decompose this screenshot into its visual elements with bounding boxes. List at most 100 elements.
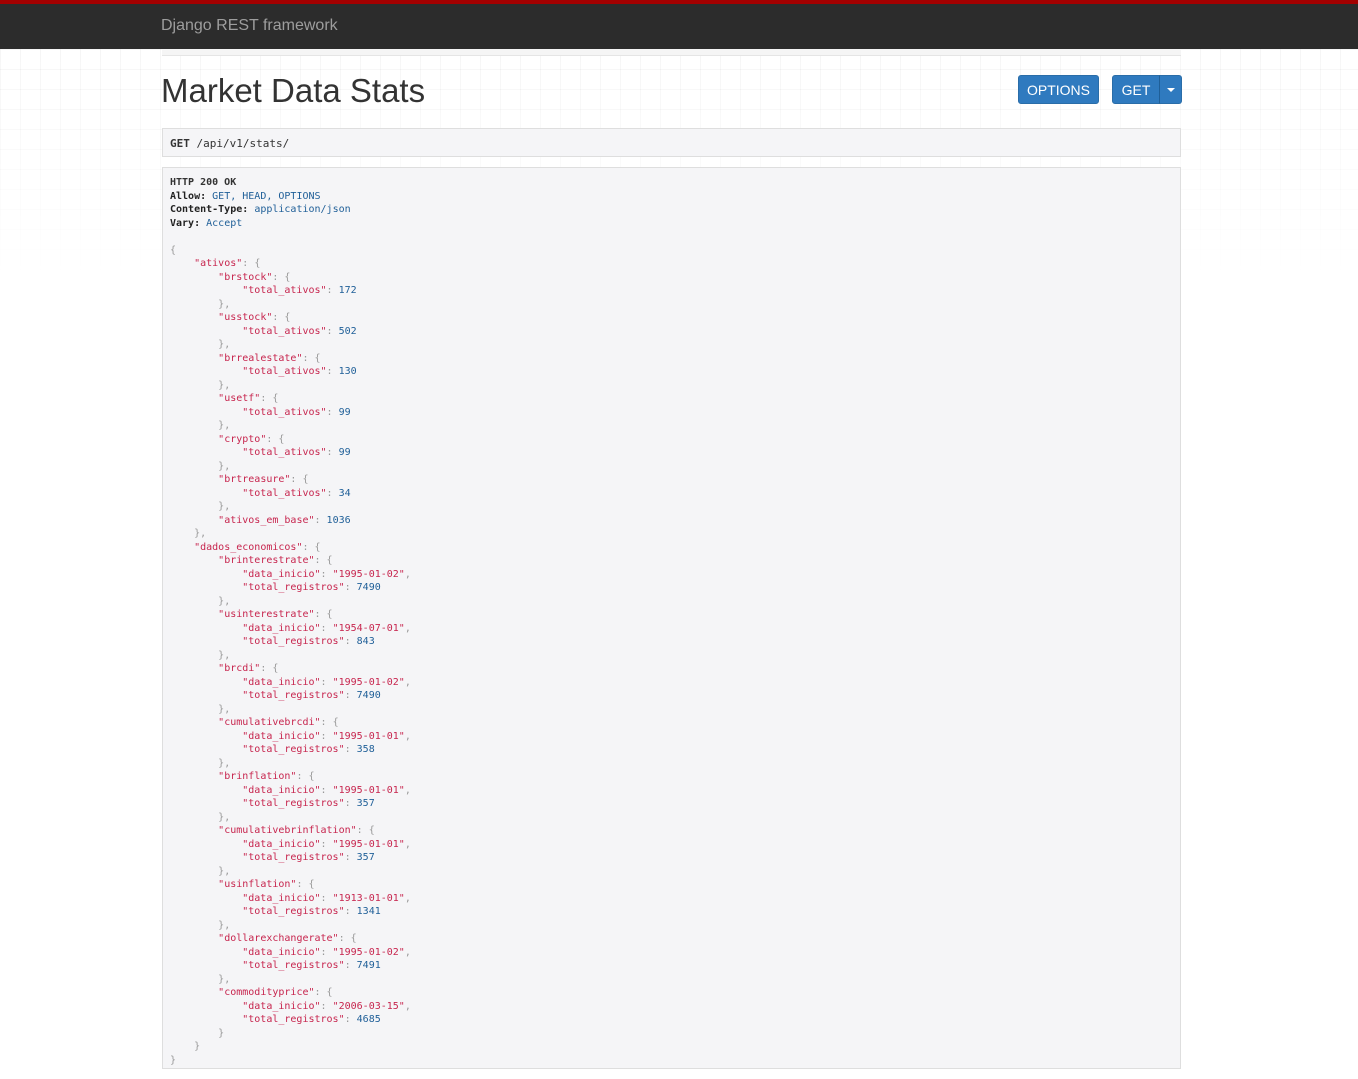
json-value: 357 xyxy=(356,852,375,863)
json-line: }, xyxy=(218,460,231,472)
json-line: "commodityprice": { xyxy=(218,987,333,998)
json-line: "brinterestrate": { xyxy=(218,555,333,566)
json-key: "total_ativos" xyxy=(242,406,327,418)
json-line: } xyxy=(194,1041,201,1052)
json-value: "1995-01-02" xyxy=(332,946,405,958)
json-key: "ativos_em_base" xyxy=(218,514,315,526)
json-key: "ativos" xyxy=(194,258,243,269)
json-line: }, xyxy=(194,528,207,539)
json-line: "total_ativos": 172 xyxy=(242,285,357,296)
json-line: } xyxy=(218,1027,225,1039)
json-value: 130 xyxy=(338,366,357,377)
json-line: "data_inicio": "2006-03-15", xyxy=(242,1000,411,1012)
json-value: 1341 xyxy=(356,906,381,917)
json-key: "data_inicio" xyxy=(242,568,321,580)
json-line: "usetf": { xyxy=(218,393,279,404)
json-value: "1995-01-01" xyxy=(332,784,405,796)
json-line: "total_registros": 358 xyxy=(242,744,375,755)
request-method: GET xyxy=(170,137,190,150)
json-key: "brcdi" xyxy=(218,663,261,674)
json-key: "crypto" xyxy=(218,433,267,445)
json-line: }, xyxy=(218,757,231,769)
json-key: "total_registros" xyxy=(242,636,345,647)
response-header: Vary: Accept xyxy=(170,217,1173,231)
json-key: "data_inicio" xyxy=(242,1000,321,1012)
json-line: }, xyxy=(218,649,231,661)
json-line: "total_registros": 1341 xyxy=(242,906,381,917)
json-line: "crypto": { xyxy=(218,433,285,445)
json-value: 99 xyxy=(338,406,351,418)
json-line: }, xyxy=(218,973,231,985)
json-value: 357 xyxy=(356,798,375,809)
get-format-dropdown-button[interactable] xyxy=(1159,75,1182,104)
navbar-brand[interactable]: Django REST framework xyxy=(161,17,338,35)
json-line: }, xyxy=(218,919,231,931)
json-value: 502 xyxy=(338,325,357,337)
json-key: "data_inicio" xyxy=(242,622,321,634)
json-line: "data_inicio": "1995-01-01", xyxy=(242,784,411,796)
json-line: "total_registros": 357 xyxy=(242,852,375,863)
get-button[interactable]: GET xyxy=(1112,75,1160,104)
json-line: "data_inicio": "1995-01-02", xyxy=(242,568,411,580)
breadcrumb xyxy=(162,49,1181,56)
options-button[interactable]: OPTIONS xyxy=(1018,75,1099,104)
json-key: "total_ativos" xyxy=(242,285,327,296)
header-name: Vary: xyxy=(170,217,201,229)
json-line: "total_ativos": 34 xyxy=(242,487,351,499)
json-line: "total_registros": 7490 xyxy=(242,582,381,593)
json-line: "total_ativos": 99 xyxy=(242,406,351,418)
page-title: Market Data Stats xyxy=(161,72,426,109)
json-line: "data_inicio": "1913-01-01", xyxy=(242,892,411,904)
json-key: "dollarexchangerate" xyxy=(218,933,339,944)
json-value: "1954-07-01" xyxy=(332,622,405,634)
json-value: 172 xyxy=(338,285,357,296)
navbar: Django REST framework xyxy=(0,0,1358,49)
json-value: 4685 xyxy=(356,1014,381,1025)
json-line: }, xyxy=(218,595,231,607)
json-value: 7491 xyxy=(356,960,381,971)
json-key: "total_ativos" xyxy=(242,366,327,377)
json-line: }, xyxy=(218,865,231,877)
json-line: "usinflation": { xyxy=(218,879,315,890)
response-info: HTTP 200 OK Allow: GET, HEAD, OPTIONS Con… xyxy=(162,167,1181,1069)
response-header: Allow: GET, HEAD, OPTIONS xyxy=(170,190,1173,204)
json-key: "cumulativebrcdi" xyxy=(218,717,321,728)
json-key: "data_inicio" xyxy=(242,784,321,796)
json-key: "data_inicio" xyxy=(242,946,321,958)
json-line: "usstock": { xyxy=(218,312,291,323)
json-line: "data_inicio": "1995-01-02", xyxy=(242,676,411,688)
json-value: "1913-01-01" xyxy=(332,892,405,904)
json-key: "data_inicio" xyxy=(242,730,321,742)
response-body: { "ativos": { "brstock": { "total_ativos… xyxy=(170,244,1173,1068)
header-value: Accept xyxy=(206,217,243,229)
json-line: "total_ativos": 130 xyxy=(242,366,357,377)
json-line: "cumulativebrinflation": { xyxy=(218,825,375,836)
json-key: "total_registros" xyxy=(242,960,345,971)
json-line: "usinterestrate": { xyxy=(218,609,333,620)
json-line: "dollarexchangerate": { xyxy=(218,933,357,944)
json-value: "1995-01-02" xyxy=(332,568,405,580)
json-key: "usinflation" xyxy=(218,879,297,890)
json-line: "brrealestate": { xyxy=(218,352,321,364)
json-key: "brrealestate" xyxy=(218,352,303,364)
json-key: "brinterestrate" xyxy=(218,555,315,566)
json-key: "data_inicio" xyxy=(242,676,321,688)
json-line: "brstock": { xyxy=(218,271,291,283)
json-key: "total_registros" xyxy=(242,798,345,809)
json-value: "1995-01-02" xyxy=(332,676,405,688)
json-line: "data_inicio": "1995-01-01", xyxy=(242,730,411,742)
json-key: "total_registros" xyxy=(242,852,345,863)
json-line: }, xyxy=(218,703,231,715)
json-key: "usetf" xyxy=(218,393,261,404)
json-key: "total_registros" xyxy=(242,690,345,701)
json-line: }, xyxy=(218,379,231,391)
caret-down-icon xyxy=(1166,87,1175,92)
response-headers: Allow: GET, HEAD, OPTIONS Content-Type: a… xyxy=(170,190,1173,231)
header-value: application/json xyxy=(254,204,351,215)
json-value: 34 xyxy=(338,487,351,499)
json-key: "commodityprice" xyxy=(218,987,315,998)
json-value: 99 xyxy=(338,447,351,458)
json-key: "total_registros" xyxy=(242,906,345,917)
json-line: }, xyxy=(218,339,231,350)
json-line: "data_inicio": "1954-07-01", xyxy=(242,622,411,634)
